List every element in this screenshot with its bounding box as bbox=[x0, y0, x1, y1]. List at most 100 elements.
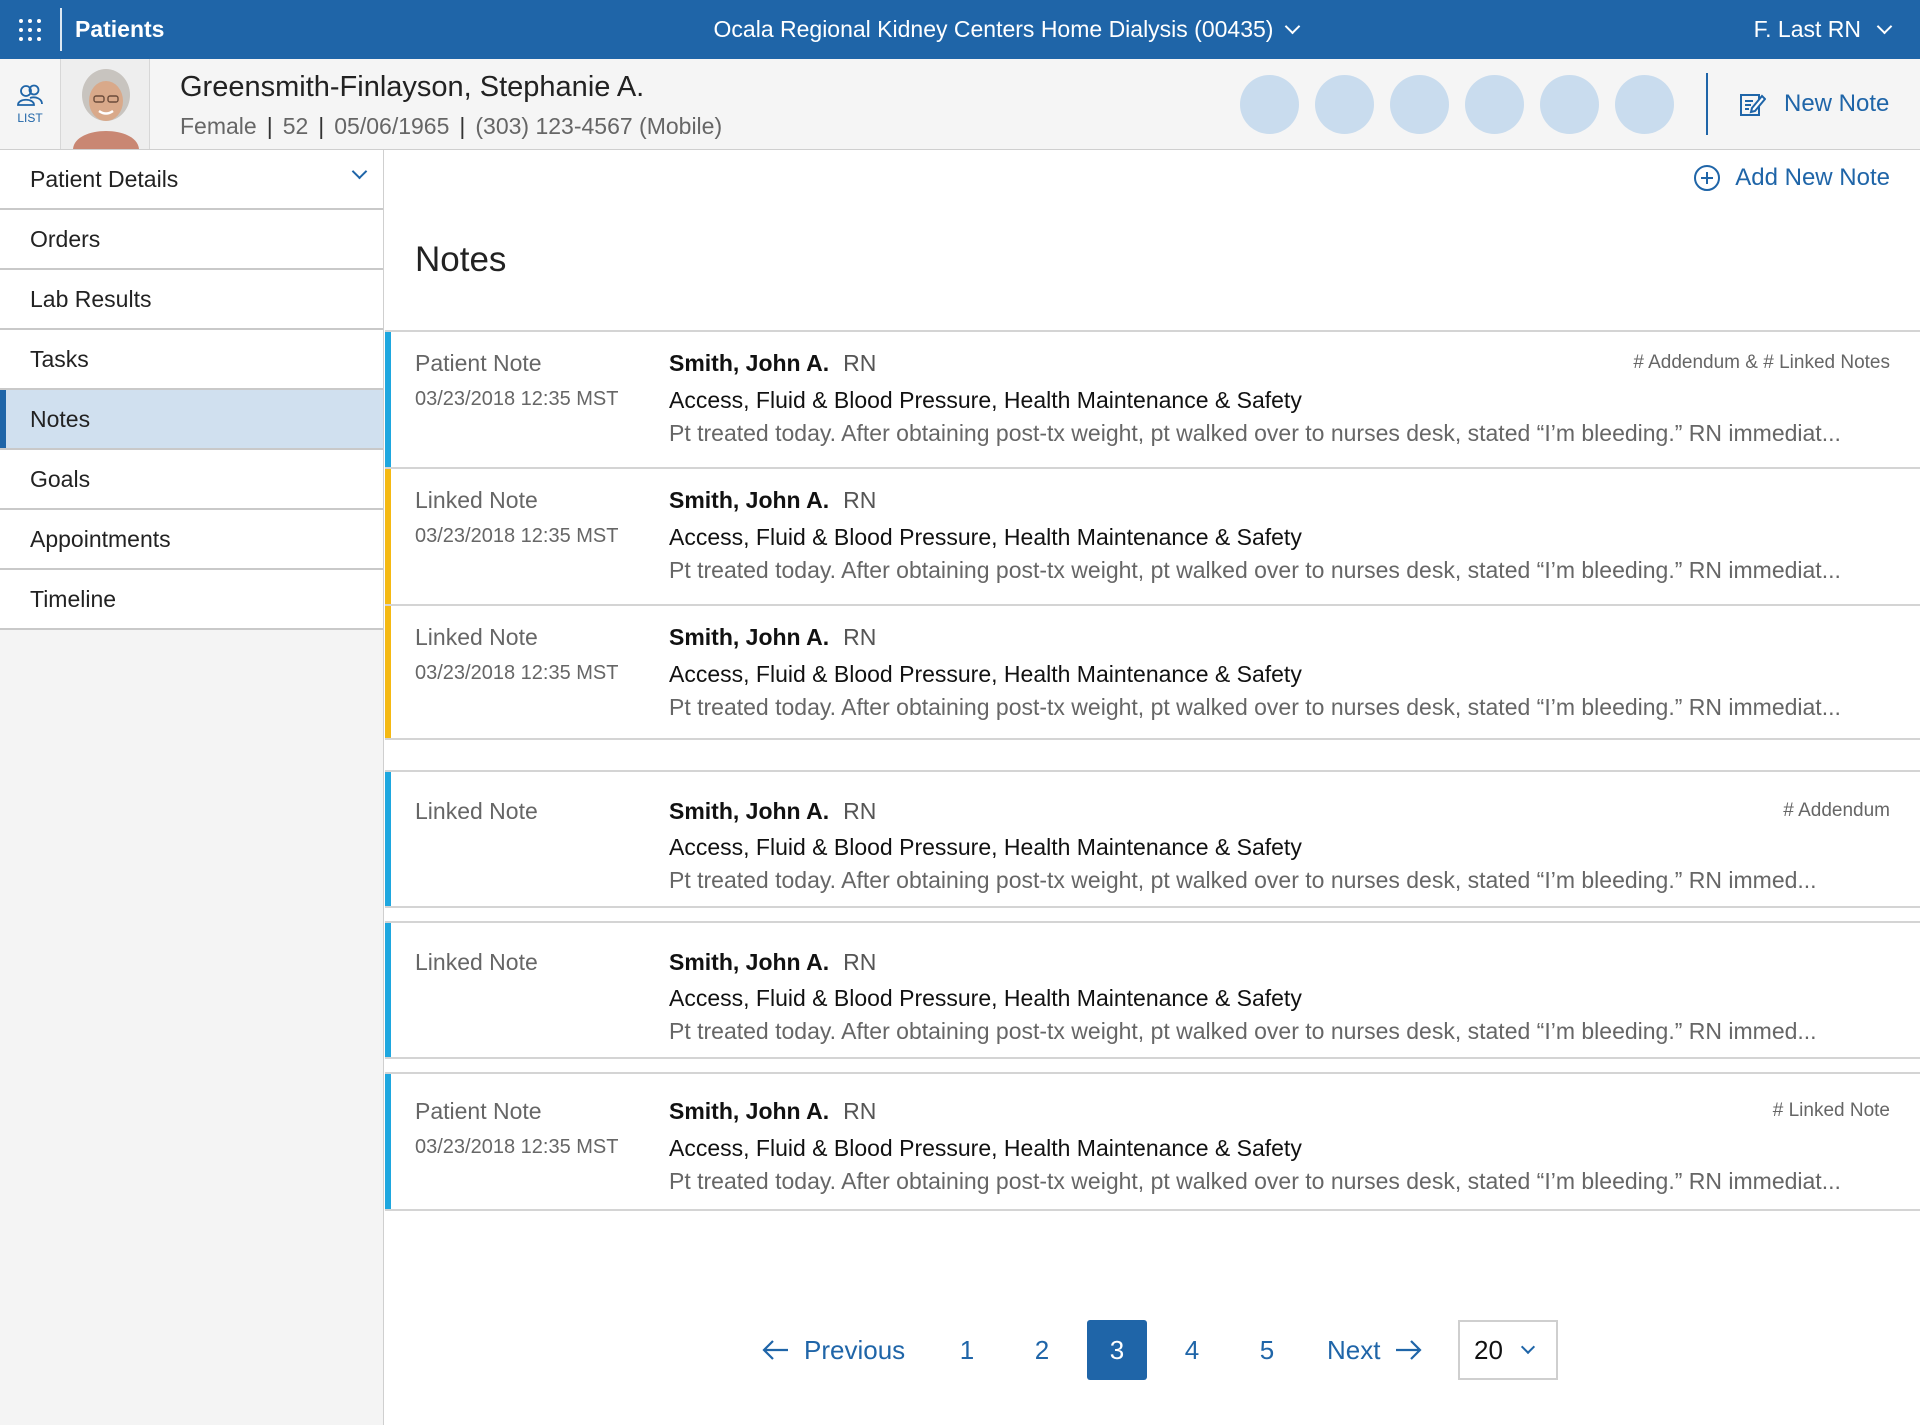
user-name: F. Last RN bbox=[1753, 16, 1861, 42]
note-type-bar bbox=[385, 1074, 391, 1211]
note-author-role: RN bbox=[843, 798, 877, 824]
sidebar-item-goals[interactable]: Goals bbox=[0, 450, 383, 510]
note-type-bar bbox=[385, 469, 391, 606]
user-menu[interactable]: F. Last RN bbox=[1753, 0, 1893, 59]
next-page-button[interactable]: Next bbox=[1327, 1320, 1424, 1380]
facility-selector[interactable]: Ocala Regional Kidney Centers Home Dialy… bbox=[714, 16, 1301, 43]
page-1-button[interactable]: 1 bbox=[937, 1320, 997, 1380]
patient-name: Greensmith-Finlayson, Stephanie A. bbox=[180, 71, 645, 103]
note-author: Smith, John A. RN bbox=[669, 624, 876, 651]
arrow-left-icon bbox=[762, 1340, 788, 1360]
note-author: Smith, John A. RN bbox=[669, 949, 876, 976]
banner-divider bbox=[1706, 73, 1708, 135]
note-author-role: RN bbox=[843, 1098, 877, 1124]
note-type: Linked Note bbox=[415, 487, 538, 513]
note-author-name: Smith, John A. bbox=[669, 949, 830, 975]
note-row[interactable]: Patient Note 03/23/2018 12:35 MST Smith,… bbox=[385, 332, 1920, 469]
list-label: LIST bbox=[17, 111, 43, 125]
page-title: Notes bbox=[415, 240, 507, 279]
separator: | bbox=[266, 113, 273, 139]
patient-avatar bbox=[60, 59, 150, 149]
note-author-role: RN bbox=[843, 350, 877, 376]
note-row[interactable]: Linked Note 03/23/2018 12:35 MST Smith, … bbox=[385, 469, 1920, 606]
quick-action-bubbles bbox=[1240, 75, 1674, 134]
note-type: Linked Note bbox=[415, 624, 538, 650]
note-author: Smith, John A. RN bbox=[669, 350, 876, 377]
page-size-value: 20 bbox=[1474, 1334, 1503, 1365]
quick-action-bubble[interactable] bbox=[1390, 75, 1449, 134]
sidebar-item-label: Lab Results bbox=[30, 285, 152, 312]
page-5-button[interactable]: 5 bbox=[1237, 1320, 1297, 1380]
divider bbox=[385, 738, 1920, 740]
note-type: Patient Note bbox=[415, 1098, 542, 1124]
chevron-down-icon bbox=[1520, 1339, 1535, 1355]
note-author-role: RN bbox=[843, 487, 877, 513]
page-2-button[interactable]: 2 bbox=[1012, 1320, 1072, 1380]
sidebar-item-label: Patient Details bbox=[30, 165, 179, 192]
note-links[interactable]: # Addendum bbox=[1783, 800, 1890, 822]
note-author-name: Smith, John A. bbox=[669, 487, 830, 513]
quick-action-bubble[interactable] bbox=[1615, 75, 1674, 134]
note-type: Linked Note bbox=[415, 798, 538, 824]
people-icon bbox=[17, 84, 43, 106]
note-author-name: Smith, John A. bbox=[669, 798, 830, 824]
patient-demographics: Female | 52 | 05/06/1965 | (303) 123-456… bbox=[180, 113, 722, 140]
note-author-name: Smith, John A. bbox=[669, 624, 830, 650]
quick-action-bubble[interactable] bbox=[1240, 75, 1299, 134]
note-topics: Access, Fluid & Blood Pressure, Health M… bbox=[669, 834, 1302, 860]
note-topics: Access, Fluid & Blood Pressure, Health M… bbox=[669, 661, 1302, 687]
sidebar-item-timeline[interactable]: Timeline bbox=[0, 570, 383, 630]
sidebar-item-appointments[interactable]: Appointments bbox=[0, 510, 383, 570]
patient-dob: 05/06/1965 bbox=[334, 113, 450, 139]
separator: | bbox=[459, 113, 466, 139]
note-type-bar bbox=[385, 606, 391, 740]
separator: | bbox=[318, 113, 325, 139]
note-date: 03/23/2018 12:35 MST bbox=[415, 525, 619, 547]
note-topics: Access, Fluid & Blood Pressure, Health M… bbox=[669, 985, 1302, 1011]
add-new-note-label: Add New Note bbox=[1735, 164, 1890, 191]
sidebar-item-label: Appointments bbox=[30, 525, 171, 552]
sidebar-item-label: Goals bbox=[30, 465, 91, 492]
facility-selector-wrap: Ocala Regional Kidney Centers Home Dialy… bbox=[0, 0, 1920, 59]
add-new-note-button[interactable]: Add New Note bbox=[1693, 164, 1890, 192]
sidebar-item-lab-results[interactable]: Lab Results bbox=[0, 270, 383, 330]
patient-list-button[interactable]: LIST bbox=[0, 59, 60, 149]
sidebar-item-label: Orders bbox=[30, 225, 101, 252]
note-author-name: Smith, John A. bbox=[669, 1098, 830, 1124]
note-row[interactable]: Linked Note Smith, John A. RN Access, Flu… bbox=[385, 923, 1920, 1059]
new-note-label: New Note bbox=[1784, 90, 1890, 117]
note-row[interactable]: Linked Note 03/23/2018 12:35 MST Smith, … bbox=[385, 606, 1920, 740]
note-preview: Pt treated today. After obtaining post-t… bbox=[669, 557, 1841, 583]
quick-action-bubble[interactable] bbox=[1465, 75, 1524, 134]
top-bar: Patients Ocala Regional Kidney Centers H… bbox=[0, 0, 1920, 59]
quick-action-bubble[interactable] bbox=[1315, 75, 1374, 134]
sidebar-item-orders[interactable]: Orders bbox=[0, 210, 383, 270]
note-date: 03/23/2018 12:35 MST bbox=[415, 662, 619, 684]
note-author: Smith, John A. RN bbox=[669, 487, 876, 514]
note-author-role: RN bbox=[843, 624, 877, 650]
page-4-button[interactable]: 4 bbox=[1162, 1320, 1222, 1380]
page-size-select[interactable]: 20 bbox=[1458, 1320, 1558, 1380]
note-links[interactable]: # Addendum & # Linked Notes bbox=[1633, 352, 1890, 374]
arrow-right-icon bbox=[1396, 1340, 1423, 1360]
edit-note-icon bbox=[1740, 94, 1766, 116]
note-row[interactable]: Patient Note 03/23/2018 12:35 MST Smith,… bbox=[385, 1074, 1920, 1211]
note-links[interactable]: # Linked Note bbox=[1773, 1100, 1890, 1122]
sidebar-item-label: Notes bbox=[30, 405, 91, 432]
note-preview: Pt treated today. After obtaining post-t… bbox=[669, 867, 1817, 893]
previous-page-button[interactable]: Previous bbox=[760, 1320, 905, 1380]
note-date: 03/23/2018 12:35 MST bbox=[415, 1136, 619, 1158]
sidebar-item-label: Timeline bbox=[30, 585, 117, 612]
new-note-button[interactable]: New Note bbox=[1738, 59, 1889, 149]
page-3-button[interactable]: 3 bbox=[1087, 1320, 1147, 1380]
main-content: Add New Note Notes Patient Note 03/23/20… bbox=[385, 150, 1920, 1425]
quick-action-bubble[interactable] bbox=[1540, 75, 1599, 134]
note-topics: Access, Fluid & Blood Pressure, Health M… bbox=[669, 1135, 1302, 1161]
patient-phone: (303) 123-4567 (Mobile) bbox=[475, 113, 723, 139]
sidebar-item-notes[interactable]: Notes bbox=[0, 390, 383, 450]
sidebar-item-patient-details[interactable]: Patient Details bbox=[0, 150, 383, 210]
sidebar-item-tasks[interactable]: Tasks bbox=[0, 330, 383, 390]
note-type-bar bbox=[385, 332, 391, 469]
note-author-role: RN bbox=[843, 949, 877, 975]
note-row[interactable]: Linked Note Smith, John A. RN Access, Flu… bbox=[385, 772, 1920, 908]
